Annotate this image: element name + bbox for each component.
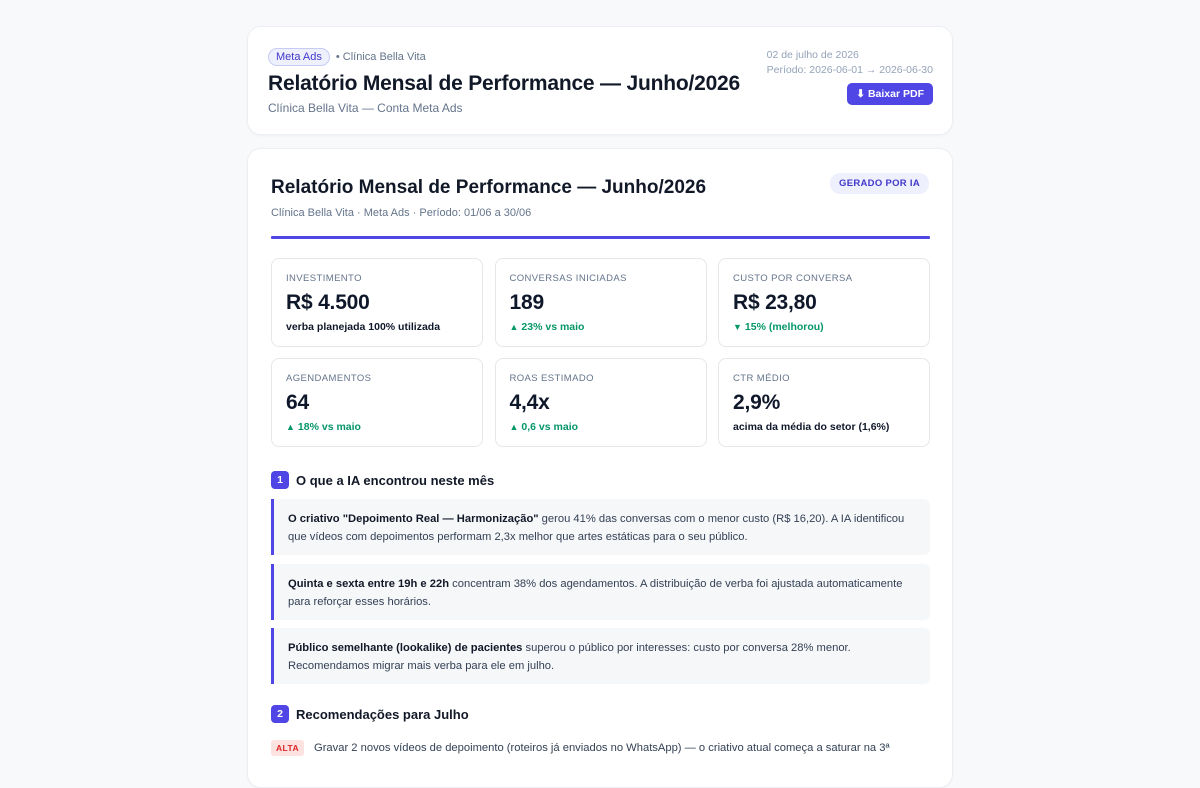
report-meta: 02 de julho de 2026 Período: 2026-06-01 …: [767, 48, 933, 78]
title-divider: [271, 236, 930, 239]
recommendation-text: Gravar 2 novos vídeos de depoimento (rot…: [314, 742, 890, 754]
report-period: Período: 2026-06-01 → 2026-06-30: [766, 64, 933, 76]
ai-generated-badge: GERADO POR IA: [830, 173, 929, 194]
finding-highlight: O criativo "Depoimento Real — Harmonizaç…: [288, 513, 539, 525]
section-title: Recomendações para Julho: [296, 706, 469, 722]
platform-badge: Meta Ads: [268, 48, 330, 66]
kpi-trend: ▼ 15% (melhorou): [733, 321, 915, 333]
report-card: Relatório Mensal de Performance — Junho/…: [247, 148, 953, 788]
kpi-value: 4,4x: [509, 391, 550, 414]
kpi-card-roas: ROAS ESTIMADO 4,4x ▲ 0,6 vs maio: [494, 358, 707, 447]
section-number-badge: 2: [271, 705, 289, 723]
recommendations-section-header: 2 Recomendações para Julho: [271, 705, 469, 723]
finding-item: Público semelhante (lookalike) de pacien…: [271, 628, 930, 684]
kpi-value: R$ 4.500: [286, 291, 370, 314]
report-subtitle: Clínica Bella Vita · Meta Ads · Período:…: [271, 207, 532, 219]
kpi-card-conversas: CONVERSAS INICIADAS 189 ▲ 23% vs maio: [494, 258, 707, 347]
report-header-card: Meta Ads • Clínica Bella Vita Relatório …: [247, 26, 953, 135]
finding-item: O criativo "Depoimento Real — Harmonizaç…: [271, 499, 930, 555]
kpi-card-agendamentos: AGENDAMENTOS 64 ▲ 18% vs maio: [271, 358, 483, 447]
kpi-label: AGENDAMENTOS: [286, 373, 372, 384]
kpi-note: acima da média do setor (1,6%): [733, 421, 890, 433]
kpi-card-ctr: CTR MÉDIO 2,9% acima da média do setor (…: [718, 358, 930, 447]
trend-down-icon: ▼: [733, 322, 742, 332]
section-title: O que a IA encontrou neste mês: [296, 472, 495, 488]
kpi-grid: INVESTIMENTO R$ 4.500 verba planejada 10…: [271, 258, 930, 447]
kpi-label: CONVERSAS INICIADAS: [509, 273, 627, 284]
header-badges: Meta Ads • Clínica Bella Vita: [268, 48, 426, 66]
kpi-card-custo-conversa: CUSTO POR CONVERSA R$ 23,80 ▼ 15% (melhor…: [718, 258, 930, 347]
finding-highlight: Quinta e sexta entre 19h e 22h: [288, 578, 450, 590]
report-title: Relatório Mensal de Performance — Junho/…: [271, 177, 707, 198]
kpi-value: 64: [286, 391, 309, 414]
kpi-note: verba planejada 100% utilizada: [286, 321, 441, 333]
kpi-trend: ▲ 0,6 vs maio: [510, 421, 692, 433]
finding-highlight: Público semelhante (lookalike) de pacien…: [288, 642, 523, 654]
kpi-note: 18% vs maio: [297, 421, 361, 433]
kpi-value: R$ 23,80: [733, 291, 817, 314]
trend-up-icon: ▲: [509, 422, 519, 432]
findings-section-header: 1 O que a IA encontrou neste mês: [271, 471, 494, 489]
section-number-badge: 1: [271, 471, 289, 489]
kpi-label: CUSTO POR CONVERSA: [733, 273, 853, 284]
trend-up-icon: ▲: [286, 422, 295, 432]
client-name: • Clínica Bella Vita: [335, 51, 426, 63]
kpi-card-investimento: INVESTIMENTO R$ 4.500 verba planejada 10…: [271, 258, 483, 347]
download-pdf-label: ⬇ Baixar PDF: [856, 88, 924, 100]
page-title: Relatório Mensal de Performance — Junho/…: [268, 72, 741, 95]
report-date: 02 de julho de 2026: [766, 49, 859, 61]
kpi-value: 2,9%: [733, 391, 781, 414]
recommendation-item: ALTA Gravar 2 novos vídeos de depoimento…: [271, 740, 930, 757]
kpi-label: CTR MÉDIO: [733, 373, 790, 384]
kpi-note: 23% vs maio: [521, 321, 585, 333]
page-subtitle: Clínica Bella Vita — Conta Meta Ads: [268, 101, 463, 115]
kpi-trend: ▲ 18% vs maio: [286, 421, 468, 433]
download-pdf-button[interactable]: ⬇ Baixar PDF: [847, 83, 933, 105]
kpi-note: 0,6 vs maio: [521, 421, 579, 433]
priority-badge: ALTA: [271, 740, 304, 756]
kpi-trend: ▲ 23% vs maio: [510, 321, 692, 333]
trend-up-icon: ▲: [509, 322, 519, 332]
finding-item: Quinta e sexta entre 19h e 22h concentra…: [271, 564, 930, 620]
kpi-label: ROAS ESTIMADO: [509, 373, 594, 384]
kpi-label: INVESTIMENTO: [286, 273, 362, 284]
kpi-value: 189: [509, 291, 545, 314]
kpi-note: 15% (melhorou): [744, 321, 824, 333]
